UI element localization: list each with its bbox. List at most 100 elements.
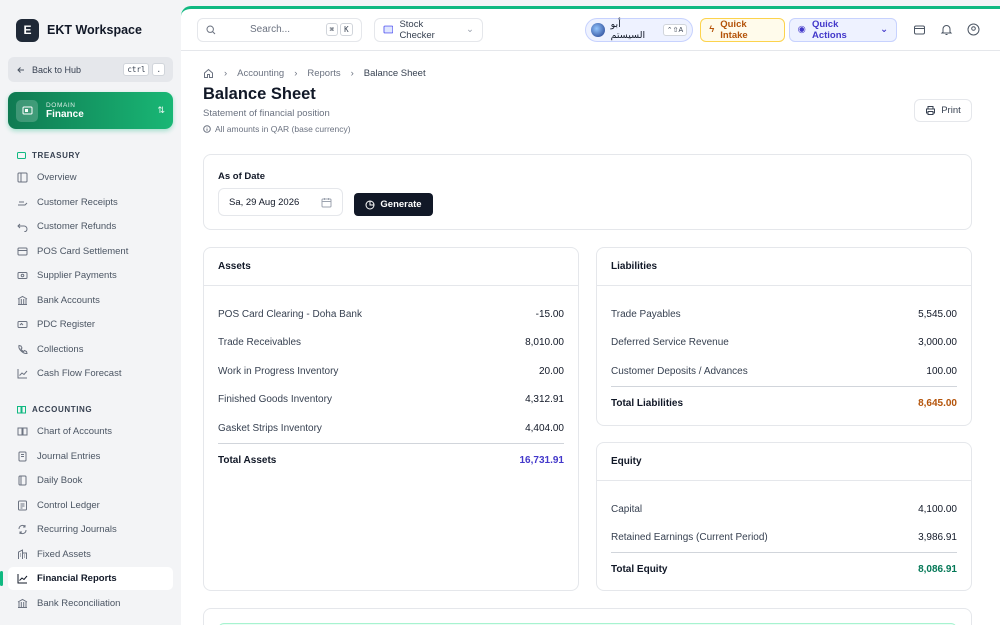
liabilities-title: Liabilities xyxy=(597,248,971,286)
stock-icon xyxy=(383,25,393,34)
notebook-icon xyxy=(18,475,27,486)
target-icon: ◉ xyxy=(797,24,806,35)
asset-row: Work in Progress Inventory 20.00 xyxy=(218,357,564,386)
section-title: TREASURY xyxy=(32,150,81,160)
nav-label: Collections xyxy=(37,343,84,355)
sidebar-item-bank-accounts[interactable]: Bank Accounts xyxy=(8,289,173,312)
wallet-button[interactable] xyxy=(909,19,931,41)
nav-label: Fixed Assets xyxy=(37,548,91,560)
account-name: Customer Deposits / Advances xyxy=(611,365,748,377)
breadcrumb-accounting[interactable]: Accounting xyxy=(237,68,284,79)
cheque-icon xyxy=(17,321,28,328)
sidebar-item-journal-entries[interactable]: Journal Entries xyxy=(8,445,173,468)
quick-intake-button[interactable]: ϟ Quick Intake xyxy=(700,17,785,42)
asset-row: POS Card Clearing - Doha Bank -15.00 xyxy=(218,300,564,329)
chevron-down-icon: ⌄ xyxy=(465,24,474,35)
account-name: Retained Earnings (Current Period) xyxy=(611,532,768,544)
sidebar-item-control-ledger[interactable]: Control Ledger xyxy=(8,494,173,517)
journal-icon xyxy=(18,451,27,461)
account-name: Trade Receivables xyxy=(218,337,302,349)
account-amount: 4,100.00 xyxy=(918,503,957,515)
nav-label: Recurring Journals xyxy=(37,524,117,535)
user-menu[interactable]: أبو السيستم ⌃⇧A xyxy=(584,17,694,42)
account-amount: 100.00 xyxy=(926,365,957,377)
assets-total-row: Total Assets 16,731.91 xyxy=(218,442,565,477)
sidebar-item-financial-reports[interactable]: Financial Reports xyxy=(0,567,173,590)
account-amount: 3,000.00 xyxy=(918,337,957,349)
print-button[interactable]: Print xyxy=(914,99,972,122)
nav-label: Bank Reconciliation xyxy=(37,597,121,609)
liabilities-card: Liabilities Trade Payables 5,545.00 Defer… xyxy=(596,247,972,426)
sidebar-item-pos-card-settlement[interactable]: POS Card Settlement xyxy=(8,240,173,263)
chevron-updown-icon: ⇅ xyxy=(157,105,165,115)
bank-icon xyxy=(17,598,28,608)
generate-button[interactable]: Generate xyxy=(354,193,433,216)
sidebar-item-cash-flow-forecast[interactable]: Cash Flow Forecast xyxy=(8,362,173,385)
domain-label: DOMAIN xyxy=(46,101,76,109)
sidebar: E EKT Workspace Back to Hub ctrl . DOMAI… xyxy=(0,0,181,625)
quick-actions-label: Quick Actions xyxy=(811,18,847,41)
calendar-icon xyxy=(321,197,332,207)
sidebar-item-pdc-register[interactable]: PDC Register xyxy=(8,313,173,336)
building-icon xyxy=(18,548,27,559)
quick-actions-button[interactable]: ◉ Quick Actions ⌄ xyxy=(788,17,898,42)
sidebar-item-fixed-assets[interactable]: Fixed Assets xyxy=(8,543,173,566)
user-shortcut: ⌃⇧A xyxy=(662,23,688,36)
nav-label: Daily Book xyxy=(37,475,83,486)
total-label: Total Equity xyxy=(611,564,668,575)
asset-row: Gasket Strips Inventory 4,404.00 xyxy=(218,414,564,443)
nav-label: POS Card Settlement xyxy=(37,245,129,257)
info-icon xyxy=(203,125,211,133)
search-shortcut: ⌘ K xyxy=(325,23,353,36)
sidebar-item-daily-book[interactable]: Daily Book xyxy=(8,469,173,492)
breadcrumb-reports[interactable]: Reports xyxy=(307,68,340,79)
sidebar-item-customer-refunds[interactable]: Customer Refunds xyxy=(8,215,173,238)
liability-row: Deferred Service Revenue 3,000.00 xyxy=(611,329,957,358)
app-switcher[interactable]: Stock Checker ⌄ xyxy=(373,17,483,42)
search-input[interactable]: Search... ⌘ K xyxy=(197,17,362,42)
account-amount: 5,545.00 xyxy=(918,308,957,320)
receipt-icon xyxy=(18,201,28,205)
home-icon[interactable] xyxy=(203,68,214,79)
balance-check-card xyxy=(203,608,972,625)
nav-label: Cash Flow Forecast xyxy=(37,368,122,379)
main-panel: Search... ⌘ K Stock Checker ⌄ أبو السيستم… xyxy=(181,6,1000,625)
back-to-hub-button[interactable]: Back to Hub ctrl . xyxy=(8,57,173,82)
assets-title: Assets xyxy=(204,248,578,286)
notifications-button[interactable] xyxy=(936,19,958,41)
brand[interactable]: E EKT Workspace xyxy=(0,0,181,44)
breadcrumb-current: Balance Sheet xyxy=(363,68,426,79)
avatar xyxy=(590,22,605,37)
liabilities-total-amount: 8,645.00 xyxy=(918,397,957,409)
sidebar-item-supplier-payments[interactable]: Supplier Payments xyxy=(8,264,173,287)
account-amount: 8,010.00 xyxy=(525,337,564,349)
account-name: Capital xyxy=(611,503,643,515)
kbd-key: ctrl xyxy=(123,63,150,76)
sidebar-item-chart-of-accounts[interactable]: Chart of Accounts xyxy=(8,420,173,443)
sidebar-item-overview[interactable]: Overview xyxy=(8,166,173,189)
sidebar-item-bank-reconciliation[interactable]: Bank Reconciliation xyxy=(8,592,173,615)
account-amount: 20.00 xyxy=(538,365,564,377)
as-of-date-label: As of Date xyxy=(218,171,265,182)
equity-row: Retained Earnings (Current Period) 3,986.… xyxy=(611,524,957,553)
book-open-icon xyxy=(17,427,28,436)
as-of-date-input[interactable]: Sa, 29 Aug 2026 xyxy=(218,188,343,216)
section-treasury: TREASURY xyxy=(0,149,181,161)
sidebar-item-collections[interactable]: Collections xyxy=(8,338,173,361)
book-icon xyxy=(17,405,26,413)
bell-icon xyxy=(940,25,953,35)
nav-label: Chart of Accounts xyxy=(37,426,112,437)
bank-icon xyxy=(17,295,28,305)
chart-line-icon xyxy=(17,574,28,584)
section-title: ACCOUNTING xyxy=(32,404,93,414)
sidebar-item-customer-receipts[interactable]: Customer Receipts xyxy=(8,191,173,214)
section-accounting: ACCOUNTING xyxy=(0,403,181,415)
domain-switcher[interactable]: DOMAIN Finance ⇅ xyxy=(8,92,173,129)
sidebar-item-recurring-journals[interactable]: Recurring Journals xyxy=(8,518,173,541)
assets-total-amount: 16,731.91 xyxy=(519,454,565,466)
repeat-icon xyxy=(18,524,27,535)
back-shortcut: ctrl . xyxy=(123,63,165,76)
account-name: Deferred Service Revenue xyxy=(611,337,729,349)
profile-button[interactable] xyxy=(962,19,984,41)
currency-note-text: All amounts in QAR (base currency) xyxy=(215,124,351,134)
